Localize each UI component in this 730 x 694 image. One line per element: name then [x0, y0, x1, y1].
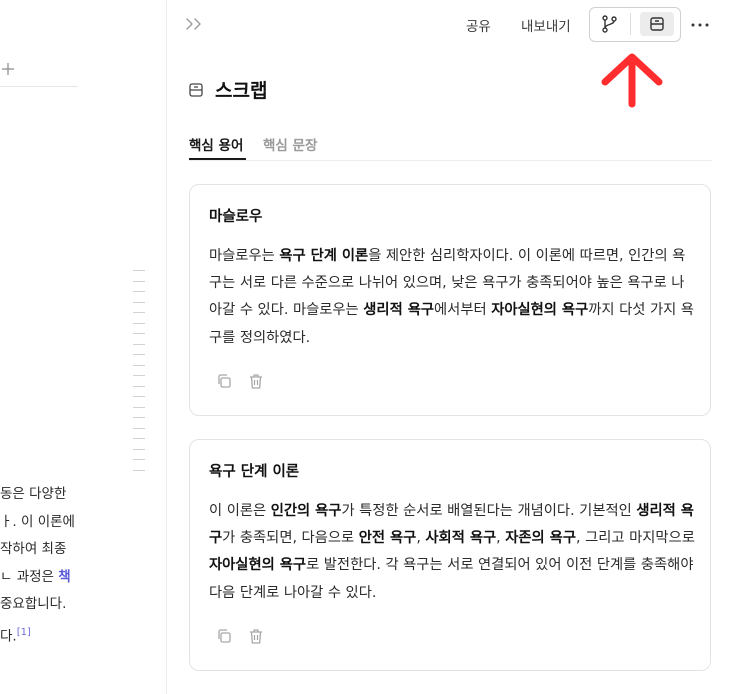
card-body-text: 마슬로우는	[209, 248, 280, 264]
plus-icon[interactable]	[0, 61, 16, 77]
git-branch-icon[interactable]	[598, 14, 620, 34]
minimap-tick	[133, 312, 145, 313]
card-body-text: 가 충족되면, 다음으로	[222, 530, 359, 547]
card-body-keyword: 욕구 단계 이론	[279, 248, 369, 264]
panel-title: 스크랩	[215, 80, 268, 102]
minimap-tick	[133, 280, 145, 282]
document-line: 동은 다양한	[0, 481, 110, 509]
share-button[interactable]: 공유	[466, 15, 491, 35]
card-title: 마슬로우	[209, 209, 263, 225]
card-body-keyword: 인간의 욕구	[270, 503, 342, 519]
minimap-tick	[133, 322, 145, 324]
minimap-tick	[133, 354, 145, 355]
card-body-keyword: 생리적 욕구	[363, 302, 435, 319]
card-body-keyword: 자존의 욕구	[505, 530, 576, 547]
tab-key-sentences[interactable]: 핵심 문장	[263, 134, 317, 154]
document-line: 다.[1]	[0, 619, 110, 651]
minimap-tick	[133, 406, 145, 408]
red-up-arrow	[601, 53, 663, 108]
document-minimap[interactable]	[133, 270, 145, 480]
card-body-text: 이 이론은	[209, 503, 271, 519]
minimap-tick	[133, 343, 145, 345]
copy-icon[interactable]	[216, 628, 232, 644]
minimap-tick	[133, 375, 145, 376]
scrap-icon	[650, 17, 664, 31]
card-body-text: ,	[496, 530, 506, 547]
tab-divider	[189, 160, 712, 161]
card-body-text: , 그리고 마지막으로	[576, 530, 695, 547]
trash-icon[interactable]	[248, 628, 264, 645]
document-line-text: ㄴ 과정은	[0, 568, 59, 585]
card-body-keyword: 안전 욕구	[358, 530, 417, 547]
minimap-tick	[133, 427, 145, 429]
minimap-tick	[133, 270, 145, 271]
double-chevron-right-icon[interactable]	[184, 15, 206, 33]
pane-divider[interactable]	[166, 0, 167, 694]
toggle-separator	[630, 13, 631, 35]
card-body: 마슬로우는 욕구 단계 이론을 제안한 심리학자이다. 이 이론에 따르면, 인…	[209, 243, 697, 352]
card-body-keyword: 자아실현의 욕구	[209, 557, 307, 574]
document-line-text: 다.	[0, 628, 17, 644]
document-line: ㄴ 과정은 책	[0, 564, 110, 592]
minimap-tick	[133, 291, 145, 292]
minimap-tick	[133, 459, 145, 460]
card-body-text: 에서부터	[434, 302, 492, 319]
scrap-icon	[189, 83, 203, 97]
scrap-card: 욕구 단계 이론 이 이론은 인간의 욕구가 특정한 순서로 배열된다는 개념이…	[189, 439, 711, 671]
trash-icon[interactable]	[248, 373, 264, 390]
minimap-tick	[133, 438, 145, 439]
divider	[0, 86, 78, 87]
scrap-card: 마슬로우 마슬로우는 욕구 단계 이론을 제안한 심리학자이다. 이 이론에 따…	[189, 184, 711, 416]
minimap-tick	[133, 333, 145, 334]
card-body-keyword: 사회적 욕구	[425, 530, 497, 547]
document-line-text: 작하여 최종	[0, 541, 67, 557]
document-line: 중요합니다.	[0, 591, 110, 619]
export-button[interactable]: 내보내기	[521, 15, 571, 35]
minimap-tick	[133, 364, 145, 366]
card-body-text: 가 특정한 순서로 배열된다는 개념이다. 기본적인	[341, 503, 637, 519]
footnote-link[interactable]: [1]	[17, 627, 31, 638]
document-pane: 동은 다양한 ㅏ. 이 이론에작하여 최종 ㄴ 과정은 책중요합니다. 다.[1]	[0, 0, 166, 694]
more-horizontal-icon[interactable]	[690, 23, 710, 27]
card-body-keyword: 자아실현의 욕구	[491, 302, 589, 319]
minimap-tick	[133, 417, 145, 418]
document-line: 작하여 최종	[0, 536, 110, 564]
tab-key-terms[interactable]: 핵심 용어	[189, 134, 243, 154]
document-link[interactable]: 책	[58, 569, 70, 585]
minimap-tick	[133, 469, 145, 471]
document-line-text: 동은 다양한	[0, 486, 67, 502]
card-title: 욕구 단계 이론	[209, 464, 300, 480]
document-line-text: ㅏ. 이 이론에	[0, 513, 75, 530]
view-toggle	[589, 7, 681, 42]
document-text: 동은 다양한 ㅏ. 이 이론에작하여 최종 ㄴ 과정은 책중요합니다. 다.[1]	[0, 481, 110, 651]
scrap-view-button[interactable]	[640, 12, 674, 36]
document-line: ㅏ. 이 이론에	[0, 509, 110, 537]
minimap-tick	[133, 385, 145, 387]
minimap-tick	[133, 448, 145, 450]
minimap-tick	[133, 301, 145, 303]
document-line-text: 중요합니다.	[0, 596, 67, 612]
copy-icon[interactable]	[216, 373, 232, 389]
minimap-tick	[133, 396, 145, 397]
card-body: 이 이론은 인간의 욕구가 특정한 순서로 배열된다는 개념이다. 기본적인 생…	[209, 498, 697, 607]
